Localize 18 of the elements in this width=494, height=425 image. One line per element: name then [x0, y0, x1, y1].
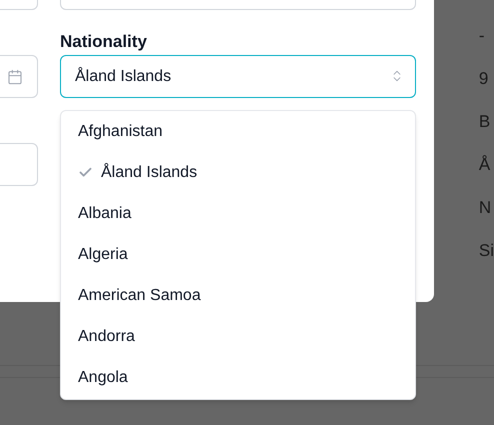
dropdown-option[interactable]: Angola [61, 357, 415, 398]
dropdown-option[interactable]: American Samoa [61, 275, 415, 316]
background-text: Si [478, 240, 494, 262]
background-text: - [478, 25, 486, 47]
dropdown-option[interactable]: Åland Islands [61, 152, 415, 193]
dropdown-option[interactable]: Afghanistan [61, 111, 415, 152]
input-field[interactable] [0, 143, 38, 186]
dropdown-option[interactable]: Albania [61, 193, 415, 234]
background-text: Å [478, 154, 492, 176]
background-text: 9 [478, 68, 490, 90]
dropdown-option[interactable]: Algeria [61, 234, 415, 275]
date-field[interactable] [0, 55, 38, 98]
nationality-field[interactable]: Åland Islands [60, 55, 416, 98]
dropdown-option[interactable]: Andorra [61, 316, 415, 357]
calendar-icon [7, 68, 23, 84]
background-text: B [478, 111, 492, 133]
background-text: N [478, 197, 492, 219]
field-label: Nationality [60, 31, 148, 53]
